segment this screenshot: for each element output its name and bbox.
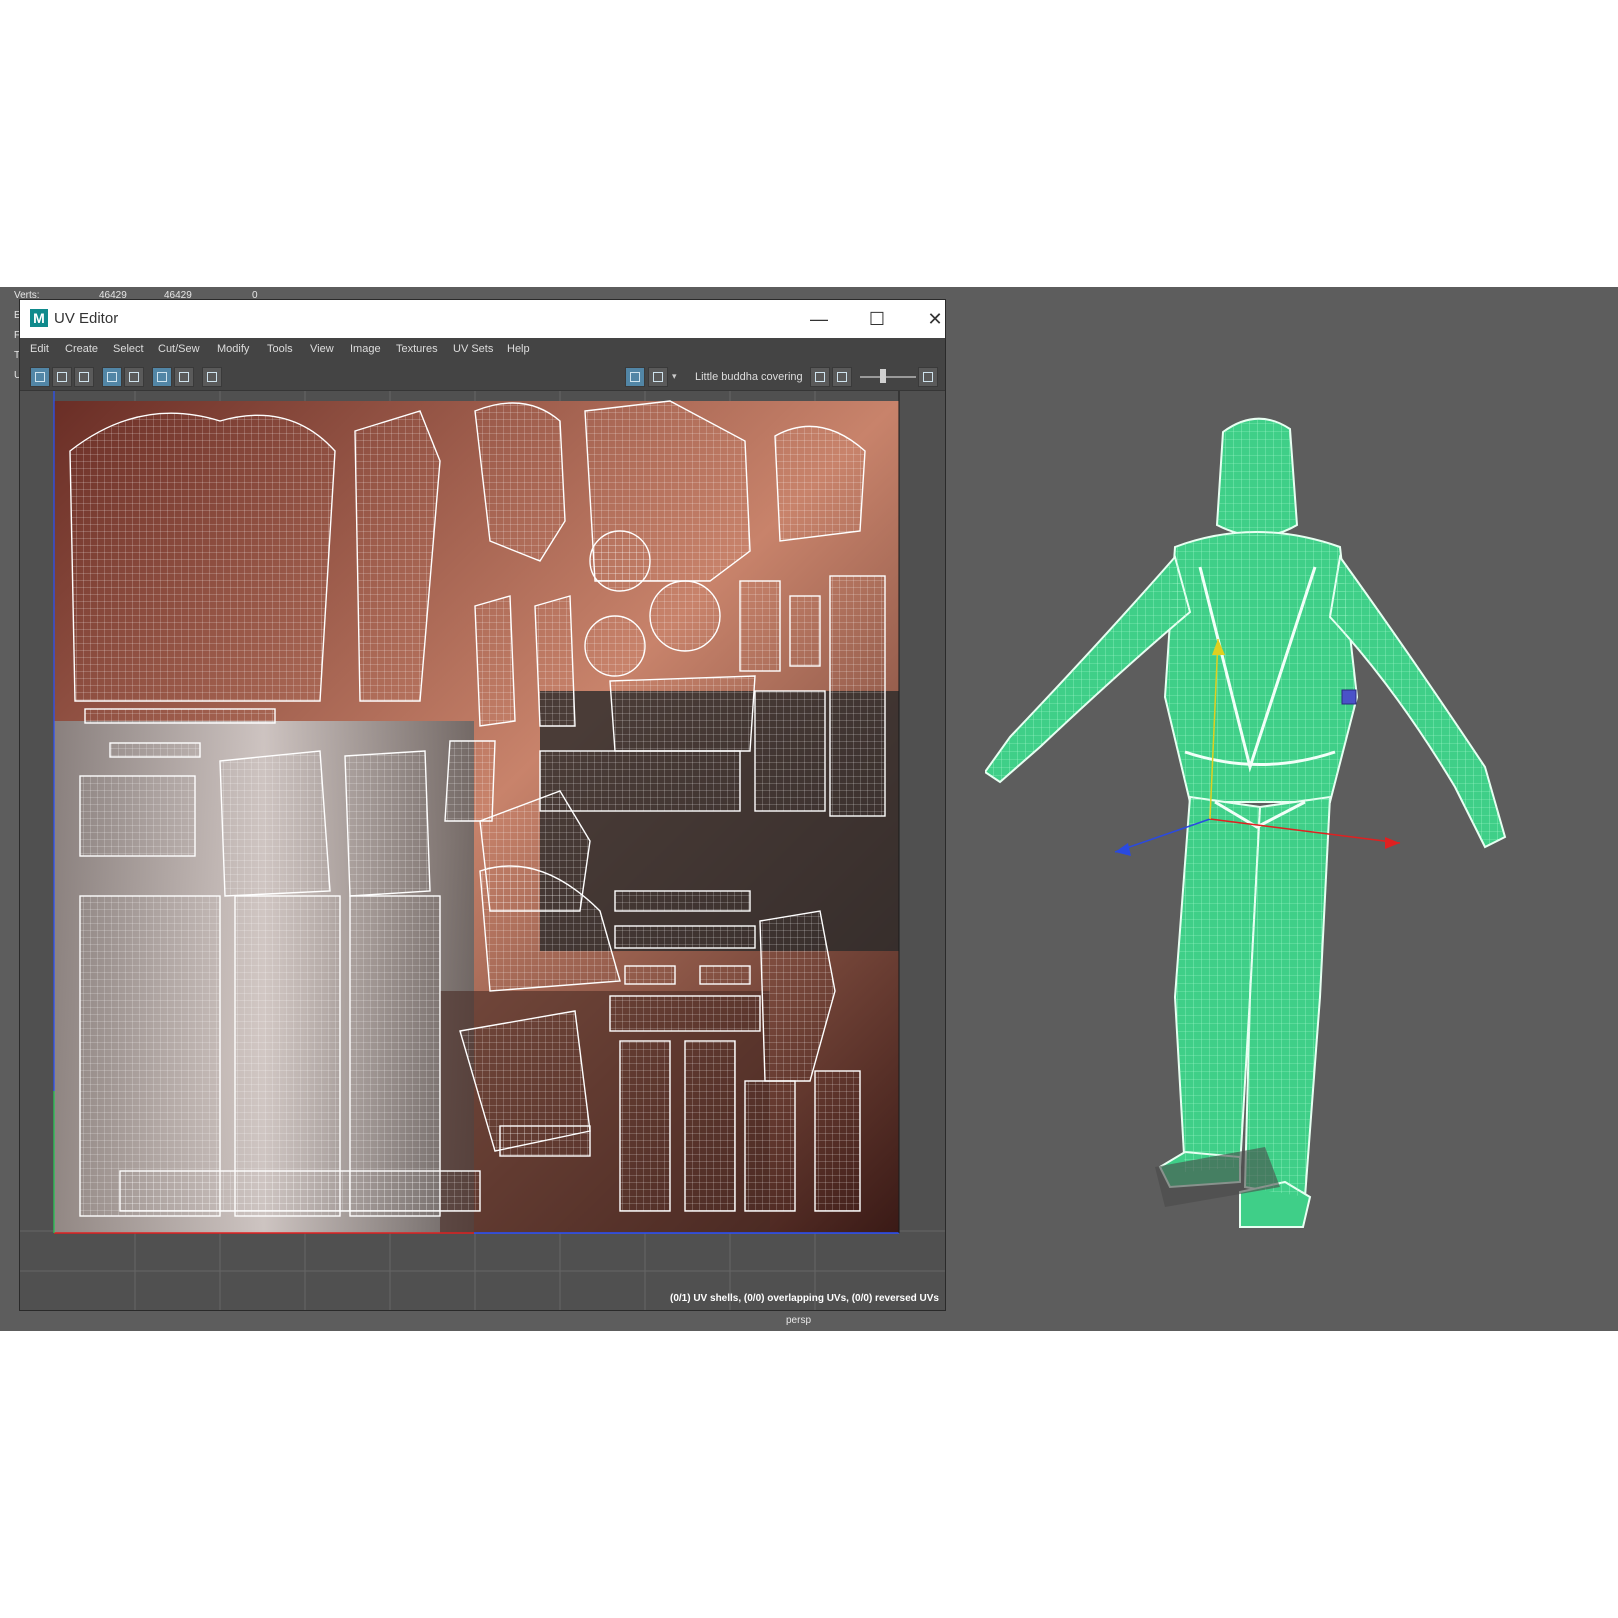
- uv-editor-window[interactable]: M UV Editor — ☐ ✕ Edit Create Select Cut…: [20, 300, 945, 1310]
- menu-edit[interactable]: Edit: [30, 343, 49, 355]
- uv-edge-select-icon[interactable]: [52, 367, 72, 387]
- menu-view[interactable]: View: [310, 343, 334, 355]
- uv-editor-toolbar: ▾ Little buddha covering: [20, 362, 945, 391]
- image-exposure-icon[interactable]: [832, 367, 852, 387]
- maximize-button[interactable]: ☐: [848, 300, 906, 338]
- uv-editor-menubar: Edit Create Select Cut/Sew Modify Tools …: [20, 338, 945, 362]
- snapshot-camera-icon[interactable]: [202, 367, 222, 387]
- shaded-uv-icon[interactable]: [124, 367, 144, 387]
- menu-help[interactable]: Help: [507, 343, 530, 355]
- chevron-down-icon[interactable]: ▾: [672, 371, 677, 382]
- display-image-icon[interactable]: [625, 367, 645, 387]
- menu-select[interactable]: Select: [113, 343, 144, 355]
- menu-uv-sets[interactable]: UV Sets: [453, 343, 493, 355]
- character-wireframe-model[interactable]: [985, 407, 1545, 1267]
- uv-status-text: (0/1) UV shells, (0/0) overlapping UVs, …: [670, 1293, 939, 1304]
- menu-modify[interactable]: Modify: [217, 343, 249, 355]
- close-button[interactable]: ✕: [906, 300, 964, 338]
- window-title: UV Editor: [54, 310, 119, 327]
- menu-tools[interactable]: Tools: [267, 343, 293, 355]
- menu-cut-sew[interactable]: Cut/Sew: [158, 343, 200, 355]
- texture-name-field[interactable]: Little buddha covering: [695, 371, 807, 383]
- exposure-slider-track[interactable]: [860, 376, 916, 378]
- menu-image[interactable]: Image: [350, 343, 381, 355]
- minimize-button[interactable]: —: [790, 300, 848, 338]
- grid-toggle-icon[interactable]: [152, 367, 172, 387]
- menu-create[interactable]: Create: [65, 343, 98, 355]
- texture-refresh-icon[interactable]: [810, 367, 830, 387]
- isolate-select-icon[interactable]: [102, 367, 122, 387]
- uv-face-select-icon[interactable]: [74, 367, 94, 387]
- maya-logo-icon: M: [30, 309, 48, 327]
- checker-icon[interactable]: [648, 367, 668, 387]
- uv-texture-view[interactable]: (0/1) UV shells, (0/0) overlapping UVs, …: [20, 391, 945, 1310]
- menu-textures[interactable]: Textures: [396, 343, 438, 355]
- panel-expand-icon[interactable]: [918, 367, 938, 387]
- camera-label: persp: [786, 1315, 812, 1326]
- uv-layout-canvas[interactable]: [20, 391, 945, 1310]
- uv-editor-titlebar[interactable]: M UV Editor — ☐ ✕: [20, 300, 945, 338]
- exposure-slider-handle[interactable]: [880, 369, 886, 383]
- pixel-snap-icon[interactable]: [174, 367, 194, 387]
- uv-shell-select-icon[interactable]: [30, 367, 50, 387]
